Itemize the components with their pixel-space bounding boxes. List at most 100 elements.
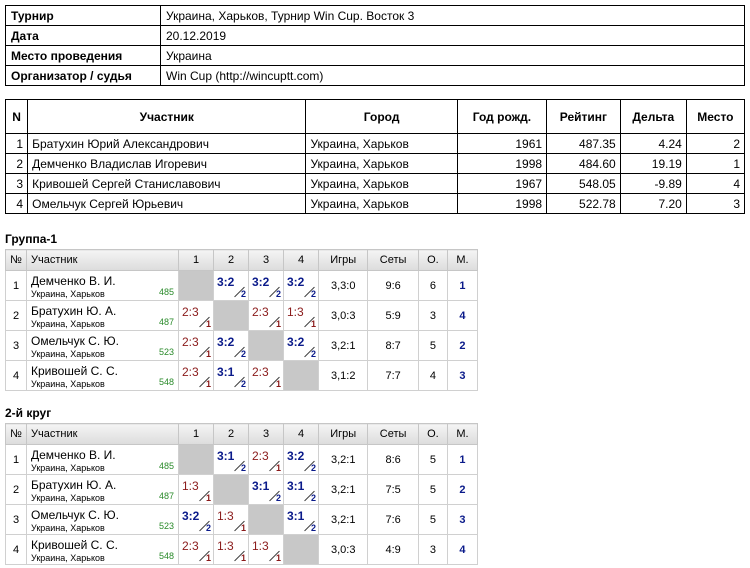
match-result-cell: 3:2 2: [283, 270, 319, 301]
match-score: 2:3: [252, 305, 269, 319]
row-number: 3: [5, 504, 27, 535]
info-row: Дата 20.12.2019: [5, 25, 745, 46]
match-result-cell: 3:1 2: [283, 504, 319, 535]
table-cell: 4: [4, 193, 29, 214]
column-header: Игры: [317, 249, 369, 271]
table-row: 4 Омельчук Сергей Юрьевич Украина, Харьков…: [4, 193, 746, 214]
column-header: О.: [417, 423, 448, 445]
column-header: М.: [446, 249, 479, 271]
match-score: 3:1: [287, 479, 305, 493]
games-cell: 3,2:1: [317, 444, 369, 475]
sets-cell: 5:9: [367, 300, 419, 331]
table-cell: 1: [4, 133, 29, 154]
place-cell: 3: [446, 504, 479, 535]
match-points: 1: [240, 523, 246, 533]
table-cell: 2: [685, 133, 746, 154]
table-cell: Украина, Харьков: [305, 153, 458, 174]
group-1-table: № Участник 1 2 3 4 Игры Сеты О. М. 1 Демченко В. И.…: [5, 249, 479, 391]
self-cell: [283, 360, 319, 391]
match-points: 1: [275, 553, 281, 563]
player-cell: Братухин Ю. А. Украина, Харьков 487: [26, 300, 179, 331]
column-header: Год рожд.: [456, 99, 548, 134]
table-cell: -9.89: [619, 173, 687, 194]
table-row: 2 Братухин Ю. А. Украина, Харьков 487 2:3 1 2:…: [5, 300, 479, 331]
sets-cell: 7:6: [367, 504, 419, 535]
match-points: 2: [275, 493, 281, 503]
match-result-cell: 2:3 1: [178, 534, 214, 565]
table-row: 2 Демченко Владислав Игоревич Украина, Хар…: [4, 153, 746, 174]
match-points: 1: [275, 319, 281, 329]
player-name: Демченко В. И.: [31, 274, 116, 288]
match-points: 1: [275, 379, 281, 389]
match-result-cell: 3:2 2: [213, 330, 249, 361]
place-cell: 2: [446, 330, 479, 361]
player-cell: Кривошей С. С. Украина, Харьков 548: [26, 534, 179, 565]
table-cell: 1967: [456, 173, 548, 194]
table-row: 1 Демченко В. И. Украина, Харьков 485 3:2 2 3:…: [5, 270, 479, 301]
row-number: 2: [5, 474, 27, 505]
match-score: 2:3: [182, 335, 199, 349]
table-cell: Кривошей Сергей Станиславович: [27, 173, 307, 194]
table-cell: Украина, Харьков: [305, 173, 458, 194]
match-result-cell: 1:3 1: [283, 300, 319, 331]
player-name: Демченко В. И.: [31, 448, 116, 462]
points-cell: 5: [417, 330, 448, 361]
player-rating: 485: [158, 287, 174, 297]
match-result-cell: 2:3 1: [178, 300, 214, 331]
match-points: 1: [205, 493, 211, 503]
player-city: Украина, Харьков: [31, 523, 105, 533]
table-cell: 1961: [456, 133, 548, 154]
player-city: Украина, Харьков: [31, 289, 105, 299]
column-header: №: [5, 249, 27, 271]
place-cell: 4: [446, 534, 479, 565]
column-header: Участник: [26, 423, 179, 445]
match-points: 2: [275, 289, 281, 299]
match-score: 3:2: [182, 509, 200, 523]
table-cell: 1998: [456, 153, 548, 174]
points-cell: 5: [417, 474, 448, 505]
match-score: 3:1: [217, 365, 235, 379]
info-label: Место проведения: [5, 45, 161, 66]
points-cell: 6: [417, 270, 448, 301]
player-rating: 487: [158, 491, 174, 501]
table-row: 4 Кривошей С. С. Украина, Харьков 548 2:3 1 3:…: [5, 360, 479, 391]
match-score: 1:3: [182, 479, 199, 493]
match-points: 1: [275, 463, 281, 473]
header-row: № Участник 1 2 3 4 Игры Сеты О. М.: [5, 249, 479, 271]
table-cell: Омельчук Сергей Юрьевич: [27, 193, 307, 214]
column-header: Дельта: [619, 99, 687, 134]
player-cell: Омельчук С. Ю. Украина, Харьков 523: [26, 504, 179, 535]
column-header: О.: [417, 249, 448, 271]
match-score: 1:3: [252, 539, 269, 553]
player-name: Кривошей С. С.: [31, 364, 118, 378]
table-cell: Украина, Харьков: [305, 133, 458, 154]
match-result-cell: 2:3 1: [178, 330, 214, 361]
match-points: 2: [205, 523, 211, 533]
match-points: 2: [310, 289, 316, 299]
self-cell: [283, 534, 319, 565]
match-points: 1: [205, 319, 211, 329]
player-cell: Братухин Ю. А. Украина, Харьков 487: [26, 474, 179, 505]
player-name: Омельчук С. Ю.: [31, 508, 119, 522]
player-city: Украина, Харьков: [31, 493, 105, 503]
place-cell: 1: [446, 270, 479, 301]
match-score: 2:3: [252, 449, 269, 463]
column-header: 3: [248, 423, 284, 445]
table-cell: 4: [685, 173, 746, 194]
table-row: 3 Омельчук С. Ю. Украина, Харьков 523 3:2 2 1:…: [5, 504, 479, 535]
match-result-cell: 3:1 2: [283, 474, 319, 505]
match-result-cell: 3:1 2: [213, 360, 249, 391]
match-result-cell: 3:2 2: [213, 270, 249, 301]
player-rating: 487: [158, 317, 174, 327]
column-header: №: [5, 423, 27, 445]
match-score: 3:2: [287, 275, 305, 289]
info-value: 20.12.2019: [160, 25, 745, 46]
match-score: 3:1: [217, 449, 235, 463]
match-score: 2:3: [182, 539, 199, 553]
row-number: 1: [5, 444, 27, 475]
player-name: Братухин Ю. А.: [31, 304, 117, 318]
player-rating: 523: [158, 521, 174, 531]
games-cell: 3,0:3: [317, 534, 369, 565]
match-score: 3:1: [287, 509, 305, 523]
info-label: Турнир: [5, 5, 161, 26]
